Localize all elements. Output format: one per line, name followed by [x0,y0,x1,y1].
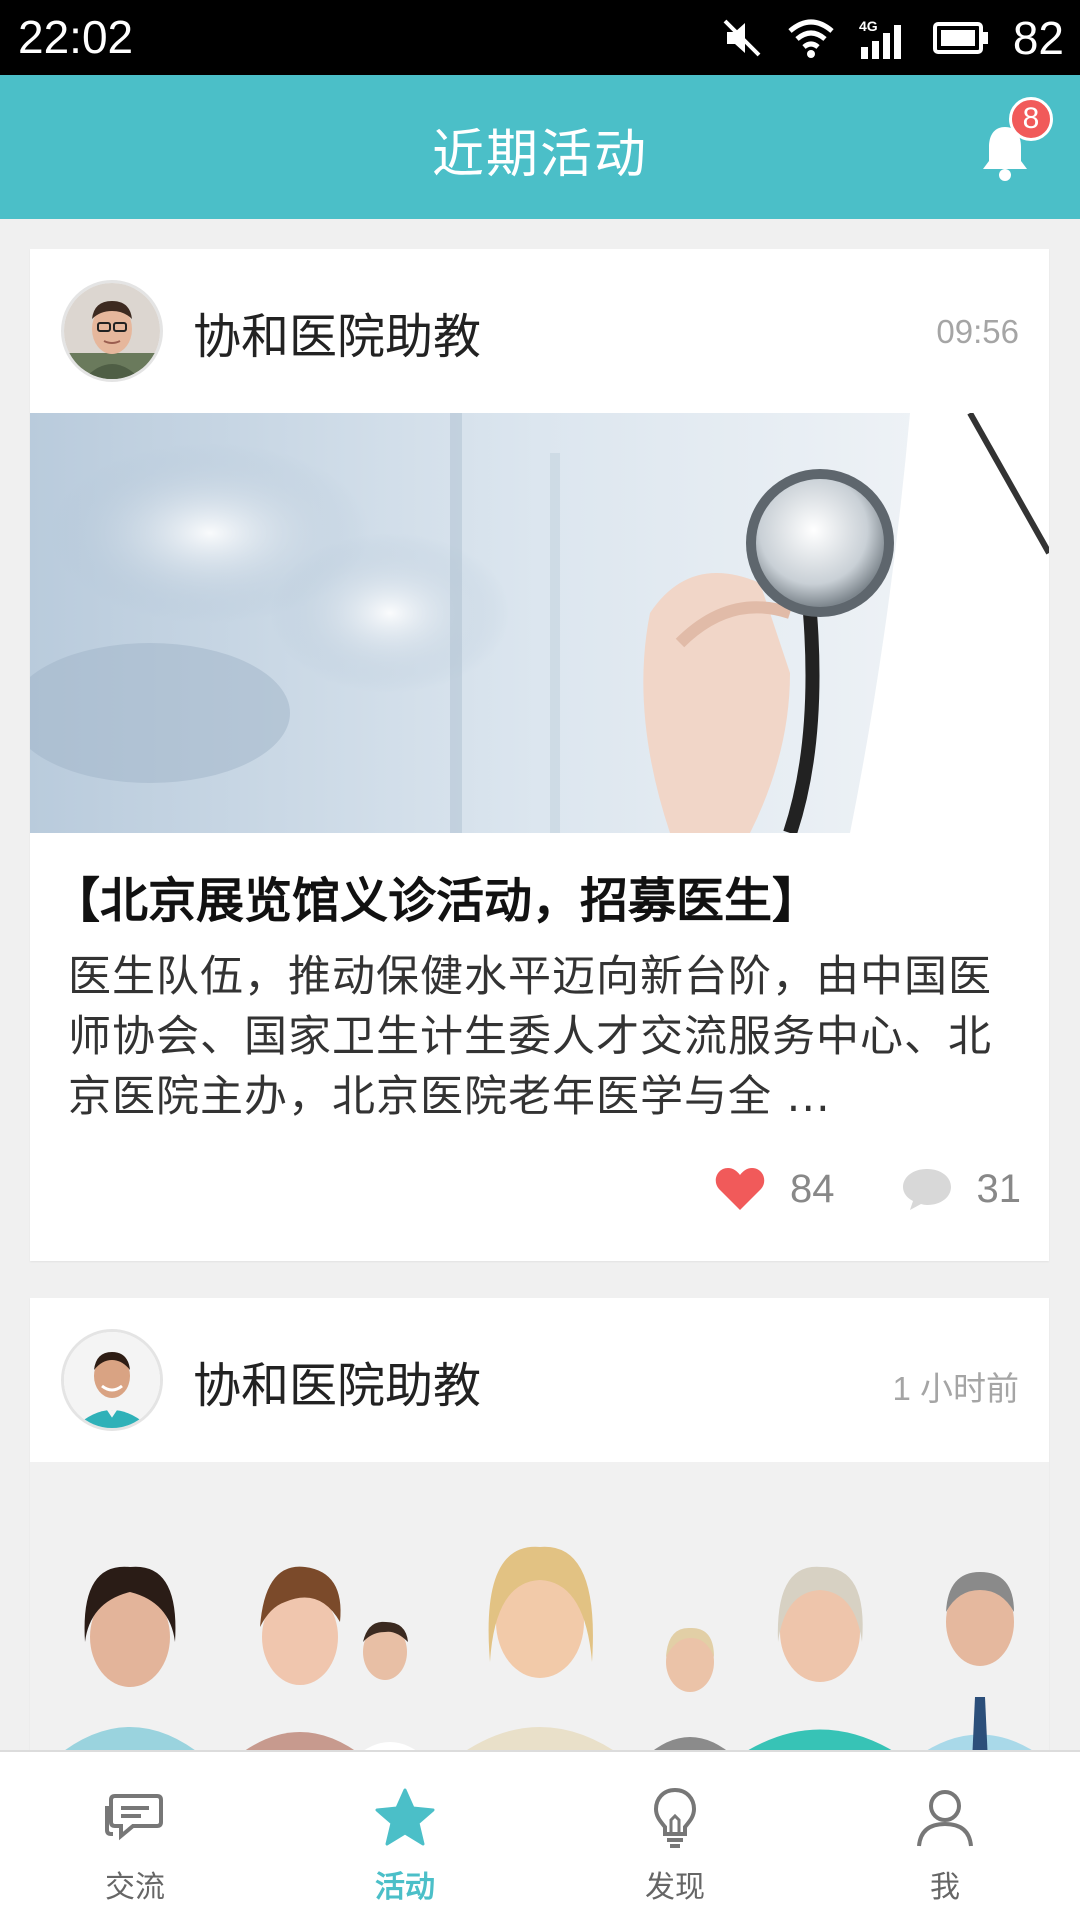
lightbulb-icon [653,1787,697,1848]
heart-icon [715,1168,765,1210]
nav-item-chat[interactable]: 交流 [0,1752,270,1920]
avatar[interactable] [61,280,163,382]
post-time: 1 小时前 [892,1370,1019,1407]
nav-label: 交流 [105,1870,165,1905]
avatar[interactable] [61,1329,163,1431]
nav-item-discover[interactable]: 发现 [540,1752,810,1920]
chat-icon [105,1794,163,1841]
activity-card[interactable]: 协和医院助教 1 小时前 [30,1298,1049,1758]
comment-count: 31 [976,1166,1022,1211]
status-time: 22:02 [18,11,134,63]
person-icon [917,1790,973,1847]
cover-image[interactable] [30,413,1049,833]
wifi-icon [788,19,834,58]
like-button[interactable]: 84 [714,1166,835,1212]
activity-excerpt: 医生队伍，推动保健水平迈向新台阶，由中国医师协会、国家卫生计生委人才交流服务中心… [68,952,992,1122]
star-icon [375,1788,435,1846]
battery-level: 82 [1012,12,1064,64]
nav-label: 活动 [375,1870,435,1905]
svg-text:4G: 4G [859,18,878,34]
nav-item-me[interactable]: 我 [810,1752,1080,1920]
like-count: 84 [790,1166,835,1211]
card-header: 协和医院助教 1 小时前 [30,1298,1049,1462]
post-time: 09:56 [936,313,1019,350]
notification-badge: 8 [1009,97,1053,141]
card-header: 协和医院助教 09:56 [30,249,1049,413]
comment-button[interactable]: 31 [901,1166,1022,1212]
nav-item-activities[interactable]: 活动 [270,1752,540,1920]
activity-card[interactable]: 协和医院助教 09:56 【北京展览馆义诊活动，招募医生】 医生队伍，推动保健水… [30,249,1049,1261]
app-header: 近期活动 8 [0,75,1080,219]
cover-image[interactable] [30,1462,1049,1758]
post-stats: 84 31 [714,1159,1021,1219]
author-name[interactable]: 协和医院助教 [193,297,481,367]
status-icons: 4G 82 [721,12,1064,64]
mute-icon [723,19,761,57]
nav-label: 我 [930,1870,960,1905]
comment-icon [902,1169,951,1210]
nav-label: 发现 [645,1870,705,1905]
4g-signal-icon: 4G [859,18,901,59]
battery-icon [932,22,988,54]
author-name[interactable]: 协和医院助教 [193,1346,481,1416]
status-bar: 22:02 4G 82 [0,0,1080,75]
activity-title[interactable]: 【北京展览馆义诊活动，招募医生】 [52,861,820,931]
bottom-nav: 交流 活动 发现 我 [0,1750,1080,1920]
page-title: 近期活动 [431,125,648,185]
